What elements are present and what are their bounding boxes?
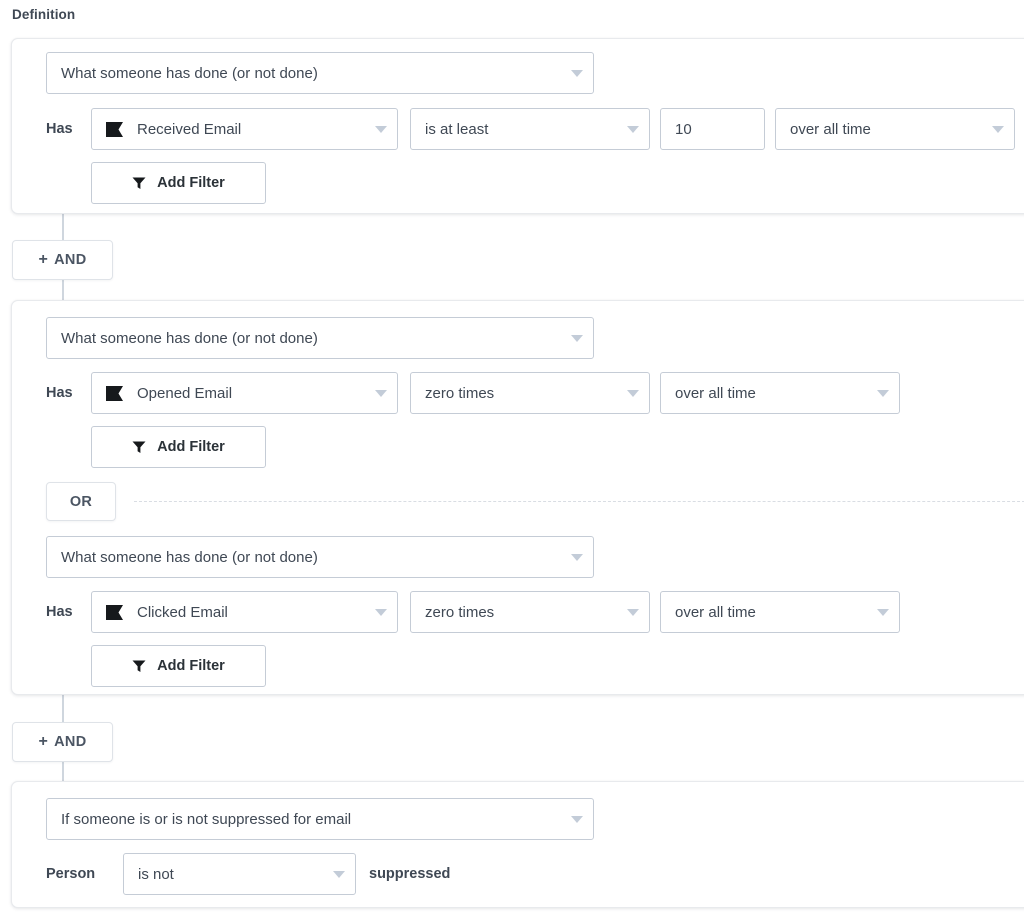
timeframe-select-2a[interactable]: over all time: [660, 372, 900, 414]
metric-select-2b[interactable]: Clicked Email: [91, 591, 398, 633]
condition-type-select-3[interactable]: If someone is or is not suppressed for e…: [46, 798, 594, 840]
timeframe-select-1[interactable]: over all time: [775, 108, 1015, 150]
funnel-icon: [132, 660, 146, 672]
chevron-down-icon: [627, 608, 639, 616]
segment-definition-builder: Definition What someone has done (or not…: [0, 0, 1024, 921]
and-label: AND: [54, 734, 87, 750]
operator-select-2a[interactable]: zero times: [410, 372, 650, 414]
add-filter-button-2b[interactable]: Add Filter: [91, 645, 266, 687]
chevron-down-icon: [571, 334, 583, 342]
chevron-down-icon: [333, 870, 345, 878]
flag-icon: [106, 604, 123, 620]
condition-group-2: What someone has done (or not done) Has …: [11, 300, 1024, 695]
or-label: OR: [69, 493, 93, 510]
row-prefix-label-2b: Has: [46, 604, 73, 620]
or-divider-rule: [134, 501, 1024, 502]
timeframe-select-2b[interactable]: over all time: [660, 591, 900, 633]
row-prefix-label-2a: Has: [46, 385, 73, 401]
row-suffix-label-3: suppressed: [369, 866, 451, 882]
chevron-down-icon: [571, 69, 583, 77]
chevron-down-icon: [571, 553, 583, 561]
add-filter-button-2a[interactable]: Add Filter: [91, 426, 266, 468]
plus-icon: +: [38, 251, 49, 268]
add-and-button-1[interactable]: + AND: [12, 240, 113, 280]
add-and-button-2[interactable]: + AND: [12, 722, 113, 762]
metric-select-1[interactable]: Received Email: [91, 108, 398, 150]
chevron-down-icon: [627, 125, 639, 133]
chevron-down-icon: [877, 389, 889, 397]
suppression-operator-select[interactable]: is not: [123, 853, 356, 895]
condition-type-select-2a[interactable]: What someone has done (or not done): [46, 317, 594, 359]
chevron-down-icon: [627, 389, 639, 397]
chevron-down-icon: [375, 608, 387, 616]
row-prefix-label-1: Has: [46, 121, 73, 137]
condition-type-select-1[interactable]: What someone has done (or not done): [46, 52, 594, 94]
chevron-down-icon: [877, 608, 889, 616]
chevron-down-icon: [571, 815, 583, 823]
funnel-icon: [132, 177, 146, 189]
flag-icon: [106, 385, 123, 401]
add-filter-button-1[interactable]: Add Filter: [91, 162, 266, 204]
funnel-icon: [132, 441, 146, 453]
count-input-1[interactable]: 10: [660, 108, 765, 150]
chevron-down-icon: [375, 125, 387, 133]
condition-group-3: If someone is or is not suppressed for e…: [11, 781, 1024, 908]
condition-group-1: What someone has done (or not done) Has …: [11, 38, 1024, 214]
or-button[interactable]: OR: [46, 482, 116, 521]
condition-type-select-2b[interactable]: What someone has done (or not done): [46, 536, 594, 578]
page-title: Definition: [12, 7, 76, 22]
flag-icon: [106, 121, 123, 137]
row-prefix-label-3: Person: [46, 866, 96, 882]
operator-select-2b[interactable]: zero times: [410, 591, 650, 633]
operator-select-1[interactable]: is at least: [410, 108, 650, 150]
chevron-down-icon: [992, 125, 1004, 133]
plus-icon: +: [38, 733, 49, 750]
and-label: AND: [54, 252, 87, 268]
chevron-down-icon: [375, 389, 387, 397]
metric-select-2a[interactable]: Opened Email: [91, 372, 398, 414]
